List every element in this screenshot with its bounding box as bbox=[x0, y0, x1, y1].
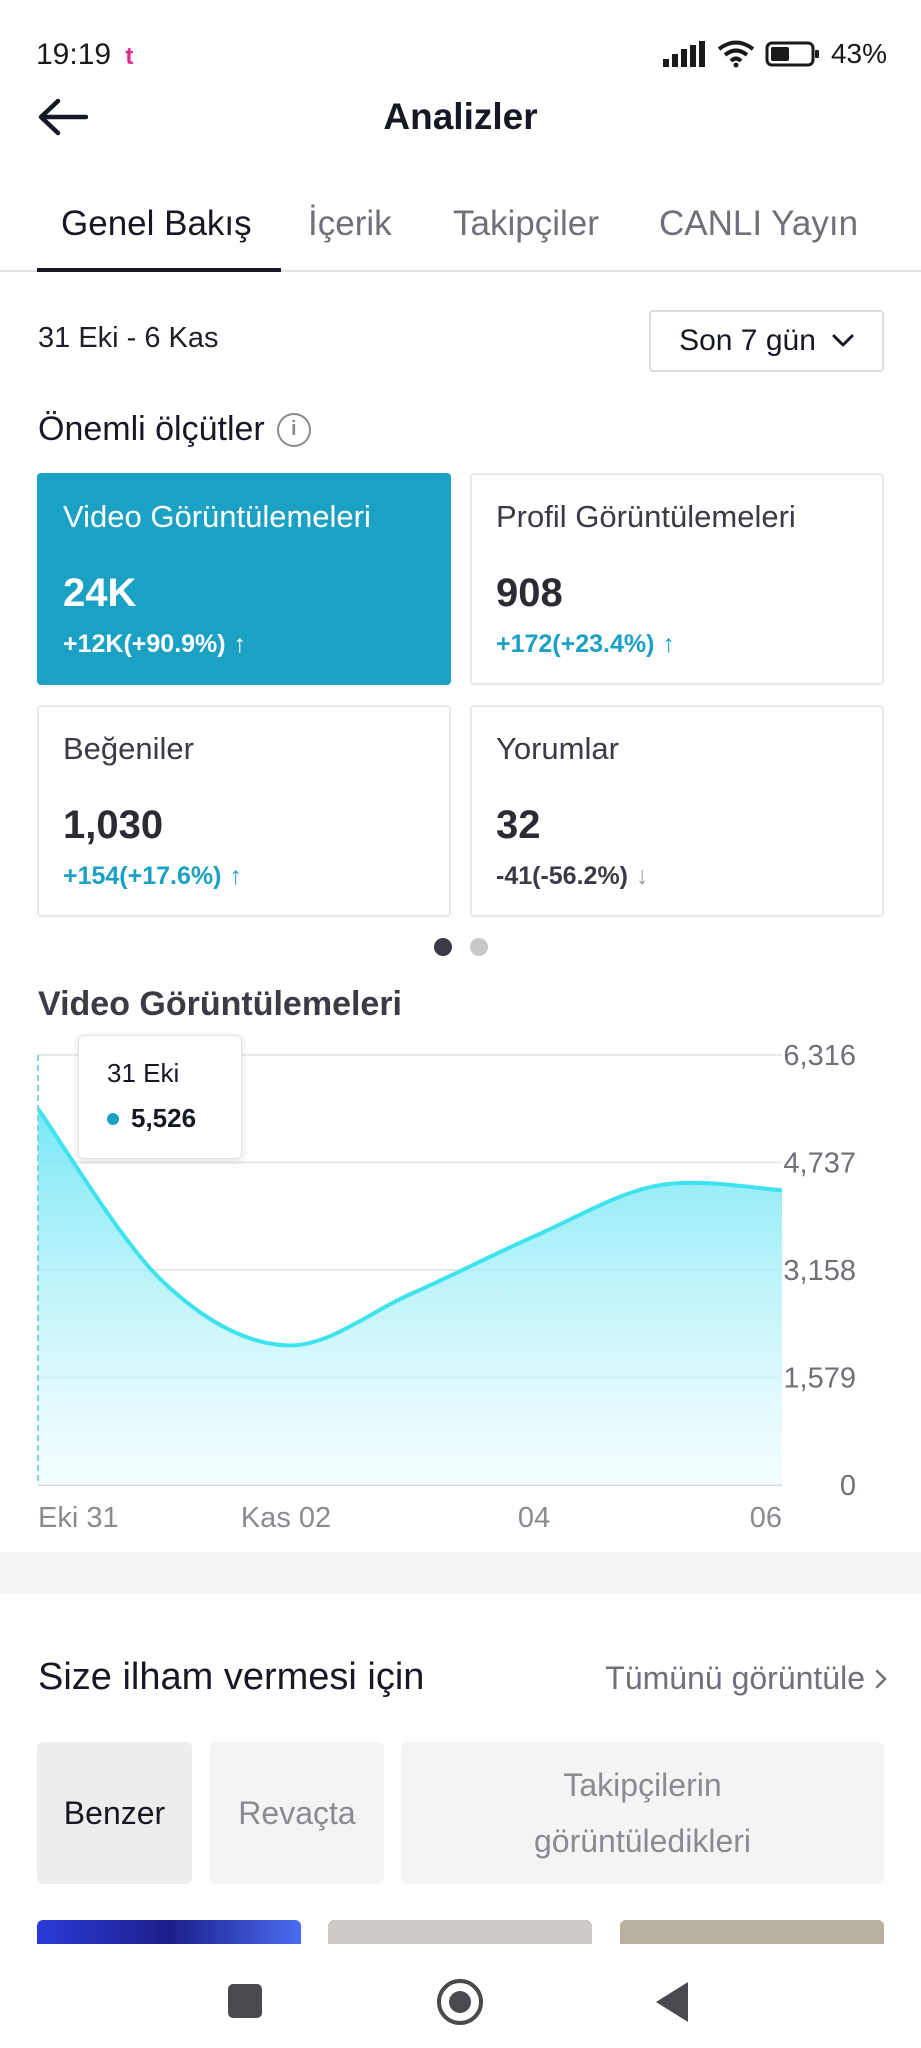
arrow-up-icon: ↑ bbox=[662, 630, 675, 658]
metric-label: Yorumlar bbox=[496, 731, 619, 766]
metric-card-video-views[interactable]: Video Görüntülemeleri 24K +12K(+90.9%) ↑ bbox=[37, 473, 451, 685]
metric-label: Beğeniler bbox=[63, 731, 194, 766]
tooltip-value-row: 5,526 bbox=[107, 1103, 241, 1134]
active-tab-indicator bbox=[37, 268, 281, 272]
metric-label: Profil Görüntülemeleri bbox=[496, 499, 796, 534]
chart-title: Video Görüntülemeleri bbox=[38, 985, 403, 1023]
x-tick-label: 06 bbox=[750, 1502, 782, 1534]
metric-change: +154(+17.6%) ↑ bbox=[63, 862, 425, 891]
battery-icon bbox=[765, 41, 819, 67]
recents-button[interactable] bbox=[228, 1984, 262, 2018]
metric-change: +172(+23.4%) ↑ bbox=[496, 630, 858, 659]
pager-dot-active[interactable] bbox=[433, 938, 452, 956]
tiktok-lite-icon: t bbox=[125, 43, 134, 70]
arrow-up-icon: ↑ bbox=[229, 862, 242, 890]
metric-card-likes[interactable]: Beğeniler 1,030 +154(+17.6%) ↑ bbox=[37, 705, 451, 917]
metric-change-text: +12K(+90.9%) bbox=[63, 630, 226, 658]
y-tick-label: 6,316 bbox=[783, 1040, 856, 1072]
tooltip-value: 5,526 bbox=[131, 1103, 197, 1133]
metric-value: 24K bbox=[63, 571, 137, 615]
chart-area-fill bbox=[38, 1108, 782, 1485]
chart-tooltip: 31 Eki 5,526 bbox=[78, 1035, 242, 1159]
series-swatch bbox=[107, 1112, 119, 1125]
status-time: 19:19 t bbox=[36, 38, 133, 72]
video-thumbnail[interactable] bbox=[620, 1920, 884, 1944]
key-metrics-title: Önemli ölçütler i bbox=[38, 410, 311, 449]
period-dropdown[interactable]: Son 7 gün bbox=[649, 310, 884, 372]
info-icon[interactable]: i bbox=[276, 412, 311, 447]
date-range: 31 Eki - 6 Kas bbox=[38, 322, 219, 354]
home-button[interactable] bbox=[437, 1979, 483, 2025]
signal-icon bbox=[662, 41, 705, 67]
tab-overview[interactable]: Genel Bakış bbox=[61, 204, 252, 244]
chevron-right-icon bbox=[875, 1669, 887, 1688]
metric-value: 1,030 bbox=[63, 803, 164, 847]
arrow-up-icon: ↑ bbox=[233, 630, 247, 658]
status-time-text: 19:19 bbox=[36, 38, 112, 71]
period-dropdown-value: Son 7 gün bbox=[679, 324, 816, 357]
y-tick-label: 0 bbox=[840, 1470, 856, 1502]
home-icon bbox=[449, 1991, 471, 2013]
tab-live[interactable]: CANLI Yayın bbox=[659, 204, 858, 244]
chevron-down-icon bbox=[832, 334, 854, 347]
tooltip-date: 31 Eki bbox=[107, 1058, 180, 1088]
x-tick-label: 04 bbox=[518, 1502, 550, 1534]
inspiration-title: Size ilham vermesi için bbox=[38, 1656, 425, 1698]
page-title: Analizler bbox=[383, 96, 538, 137]
x-tick-label: Eki 31 bbox=[38, 1502, 119, 1534]
metric-card-profile-views[interactable]: Profil Görüntülemeleri 908 +172(+23.4%) … bbox=[470, 473, 884, 685]
chip-similar[interactable]: Benzer bbox=[37, 1742, 192, 1884]
metric-change-text: +154(+17.6%) bbox=[63, 862, 222, 890]
tab-followers[interactable]: Takipçiler bbox=[453, 204, 599, 244]
system-back-button[interactable] bbox=[656, 1982, 688, 2022]
carousel-pager bbox=[0, 938, 921, 956]
y-tick-label: 1,579 bbox=[783, 1363, 856, 1395]
metric-value: 908 bbox=[496, 571, 563, 615]
y-tick-label: 3,158 bbox=[783, 1255, 856, 1287]
wifi-icon bbox=[717, 40, 755, 68]
video-thumbnail[interactable] bbox=[328, 1920, 592, 1944]
chip-trending[interactable]: Revaçta bbox=[210, 1742, 384, 1884]
status-indicators: 43% bbox=[662, 38, 887, 70]
see-all-text: Tümünü görüntüle bbox=[605, 1660, 865, 1696]
arrow-down-icon: ↓ bbox=[636, 862, 649, 890]
pager-dot[interactable] bbox=[469, 938, 488, 956]
system-nav-bar bbox=[0, 1944, 921, 2048]
battery-level: 43% bbox=[830, 38, 887, 69]
metric-label: Video Görüntülemeleri bbox=[63, 499, 371, 534]
x-tick-label: Kas 02 bbox=[241, 1502, 331, 1534]
metric-value: 32 bbox=[496, 803, 541, 847]
chip-followers-viewed[interactable]: Takipçilerin görüntüledikleri bbox=[401, 1742, 884, 1884]
metric-change: -41(-56.2%) ↓ bbox=[496, 862, 858, 891]
video-thumbnail[interactable] bbox=[37, 1920, 301, 1944]
tab-content[interactable]: İçerik bbox=[308, 204, 392, 244]
metric-change-text: +172(+23.4%) bbox=[496, 630, 655, 658]
see-all-link[interactable]: Tümünü görüntüle bbox=[605, 1660, 887, 1697]
metric-change-text: -41(-56.2%) bbox=[496, 862, 628, 890]
metric-card-comments[interactable]: Yorumlar 32 -41(-56.2%) ↓ bbox=[470, 705, 884, 917]
y-tick-label: 4,737 bbox=[783, 1148, 856, 1180]
key-metrics-title-text: Önemli ölçütler bbox=[38, 410, 265, 448]
section-divider bbox=[0, 1552, 921, 1594]
tab-bar: Genel Bakış İçerik Takipçiler CANLI Yayı… bbox=[0, 190, 921, 272]
metric-change: +12K(+90.9%) ↑ bbox=[63, 630, 425, 659]
